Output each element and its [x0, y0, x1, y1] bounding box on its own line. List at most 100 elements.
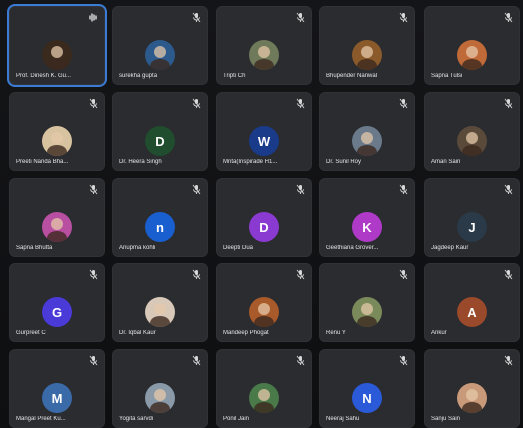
participant-tile[interactable]: Sapna Bhutta: [9, 178, 105, 257]
avatar-initial: n: [156, 219, 164, 235]
avatar-initial: N: [362, 390, 372, 406]
participant-tile[interactable]: Dr. Sunil Roy: [319, 92, 415, 171]
participant-name: Dr. Heera Singh: [119, 159, 162, 165]
mic-off-icon: [89, 184, 98, 195]
participant-name: Anupma kohli: [119, 245, 156, 251]
mic-off-icon: [192, 184, 201, 195]
avatar: J: [457, 212, 487, 242]
participant-tile[interactable]: Aman Sain: [424, 92, 520, 171]
avatar: G: [42, 297, 72, 327]
avatar: W: [249, 126, 279, 156]
mic-off-icon: [192, 269, 201, 280]
participant-name: Jagdeep Kaur: [431, 245, 469, 251]
mic-off-icon: [89, 269, 98, 280]
participant-tile[interactable]: W Mrita(Inspirade H1...: [216, 92, 312, 171]
avatar: [249, 297, 279, 327]
mic-off-icon: [296, 184, 305, 195]
participant-tile[interactable]: Preeti Nanda Bha...: [9, 92, 105, 171]
participant-tile[interactable]: Tripti Ch: [216, 6, 312, 85]
sound-icon: [89, 12, 98, 23]
participant-tile[interactable]: Mandeep Phogat: [216, 263, 312, 342]
mic-off-icon: [192, 98, 201, 109]
avatar-initial: G: [51, 304, 63, 320]
participant-name: Mangal Preet Ku...: [16, 416, 66, 422]
participant-tile[interactable]: surekha gupta: [112, 6, 208, 85]
avatar: [145, 297, 175, 327]
mic-off-icon: [399, 98, 408, 109]
participant-tile[interactable]: M Mangal Preet Ku...: [9, 349, 105, 428]
avatar: D: [249, 212, 279, 242]
avatar-initial: A: [467, 304, 477, 320]
participant-tile[interactable]: Sanju Sain: [424, 349, 520, 428]
avatar: [457, 40, 487, 70]
participant-name: Mrita(Inspirade H1...: [223, 159, 278, 165]
avatar: [42, 212, 72, 242]
mic-off-icon: [399, 355, 408, 366]
participant-name: Ponil Jain: [223, 416, 250, 422]
mic-off-icon: [399, 12, 408, 23]
avatar: M: [42, 383, 72, 413]
participant-grid: Prof. Dinesh K. Gu... surekha gupta Tripti…: [0, 0, 523, 428]
mic-off-icon: [296, 355, 305, 366]
mic-off-icon: [89, 98, 98, 109]
avatar: [352, 126, 382, 156]
avatar-initial: M: [51, 390, 63, 406]
mic-off-icon: [399, 269, 408, 280]
avatar: n: [145, 212, 175, 242]
avatar: [249, 383, 279, 413]
mic-off-icon: [296, 98, 305, 109]
participant-name: Tripti Ch: [223, 73, 246, 79]
participant-tile[interactable]: Bhupender Nanwal: [319, 6, 415, 85]
participant-name: Geethiana Grover...: [326, 245, 379, 251]
participant-tile[interactable]: Prof. Dinesh K. Gu...: [9, 6, 105, 85]
mic-off-icon: [399, 184, 408, 195]
participant-name: Prof. Dinesh K. Gu...: [16, 73, 72, 79]
avatar: [42, 126, 72, 156]
mic-off-icon: [504, 98, 513, 109]
participant-tile[interactable]: N Neeraj Sahu: [319, 349, 415, 428]
mic-off-icon: [192, 12, 201, 23]
participant-name: Mandeep Phogat: [223, 330, 269, 336]
participant-tile[interactable]: Sapna Tulsi: [424, 6, 520, 85]
avatar: [457, 383, 487, 413]
mic-off-icon: [89, 355, 98, 366]
mic-off-icon: [504, 269, 513, 280]
participant-tile[interactable]: Ponil Jain: [216, 349, 312, 428]
participant-tile[interactable]: Dr. Iqbal Kaur: [112, 263, 208, 342]
avatar: [352, 40, 382, 70]
participant-tile[interactable]: D Dr. Heera Singh: [112, 92, 208, 171]
participant-tile[interactable]: n Anupma kohli: [112, 178, 208, 257]
participant-tile[interactable]: D Deepti Dua: [216, 178, 312, 257]
avatar-initial: K: [362, 219, 372, 235]
avatar: N: [352, 383, 382, 413]
participant-tile[interactable]: K Geethiana Grover...: [319, 178, 415, 257]
mic-off-icon: [504, 12, 513, 23]
mic-off-icon: [504, 355, 513, 366]
participant-tile[interactable]: J Jagdeep Kaur: [424, 178, 520, 257]
participant-name: Bhupender Nanwal: [326, 73, 378, 79]
participant-tile[interactable]: G Gurpreet C: [9, 263, 105, 342]
avatar-initial: W: [257, 133, 271, 149]
avatar-initial: D: [259, 219, 269, 235]
participant-name: Gurpreet C: [16, 330, 46, 336]
avatar-initial: D: [155, 133, 165, 149]
participant-tile[interactable]: Yogita sarvdi: [112, 349, 208, 428]
participant-name: surekha gupta: [119, 73, 158, 79]
participant-name: Yogita sarvdi: [119, 416, 154, 422]
participant-tile[interactable]: Renu Y: [319, 263, 415, 342]
mic-off-icon: [296, 12, 305, 23]
avatar: [352, 297, 382, 327]
avatar: [145, 383, 175, 413]
avatar: [145, 40, 175, 70]
mic-off-icon: [296, 269, 305, 280]
participant-name: Ankur: [431, 330, 447, 336]
participant-name: Renu Y: [326, 330, 346, 336]
participant-tile[interactable]: A Ankur: [424, 263, 520, 342]
participant-name: Preeti Nanda Bha...: [16, 159, 69, 165]
participant-name: Sapna Bhutta: [16, 245, 53, 251]
avatar: [42, 40, 72, 70]
participant-name: Neeraj Sahu: [326, 416, 360, 422]
participant-name: Deepti Dua: [223, 245, 254, 251]
participant-name: Dr. Iqbal Kaur: [119, 330, 156, 336]
avatar-initial: J: [468, 219, 476, 235]
